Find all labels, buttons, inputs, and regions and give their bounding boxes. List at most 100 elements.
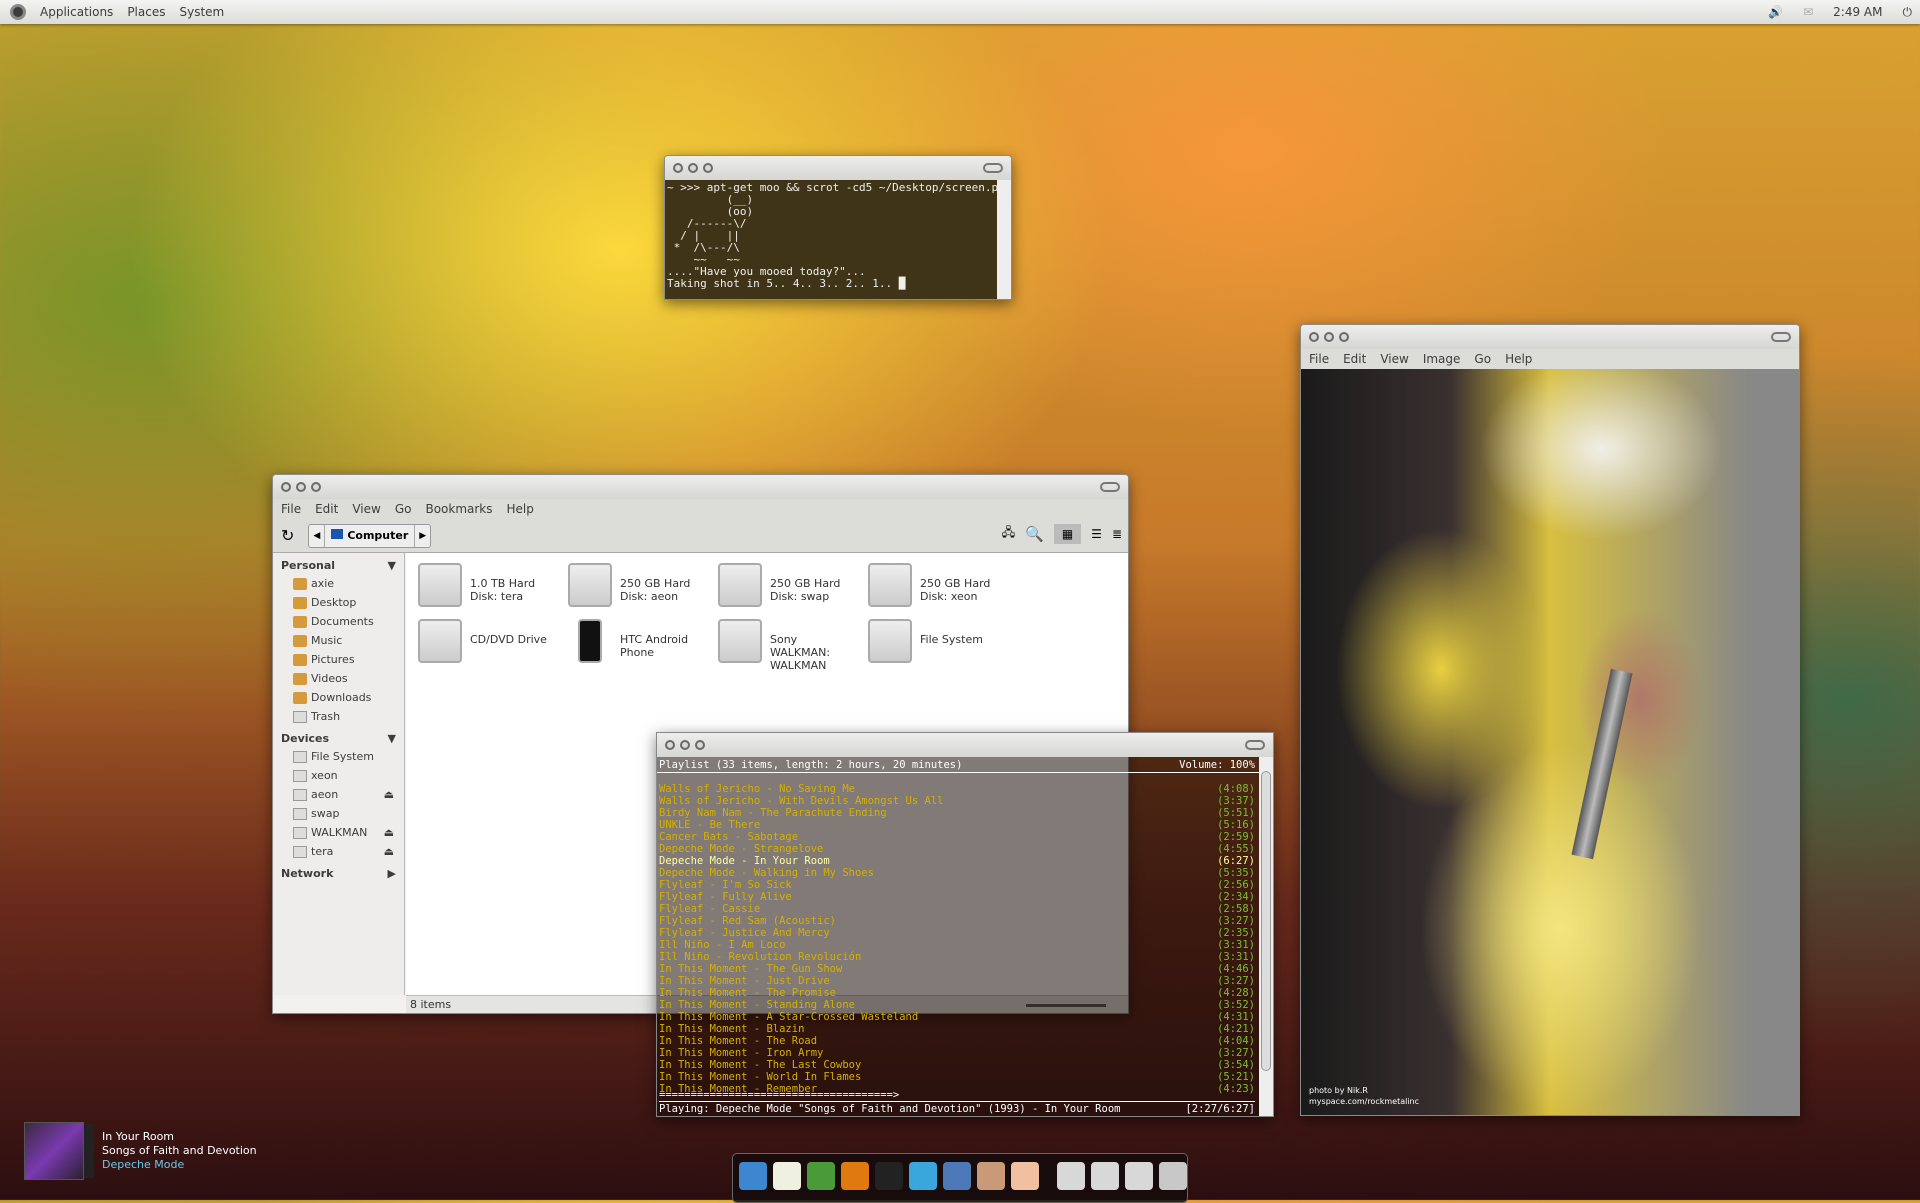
menu-view[interactable]: View [1380,352,1408,366]
sidebar-item-trash[interactable]: Trash [273,707,404,726]
menu-edit[interactable]: Edit [1343,352,1366,366]
ubuntu-logo-icon[interactable] [10,4,26,20]
playlist-row[interactable]: In This Moment - Just Drive (3:27) [659,975,1273,987]
playlist-row[interactable]: Flyleaf - I'm So Sick (2:56) [659,879,1273,891]
forward-arrow-icon[interactable]: ▶ [415,531,430,541]
sidebar-item-axie[interactable]: axie [273,574,404,593]
eye-icon[interactable] [1011,1162,1039,1190]
clock[interactable]: 2:49 AM [1833,5,1882,19]
menu-file[interactable]: File [1309,352,1329,366]
menu-view[interactable]: View [352,502,380,516]
icon-view-button[interactable]: ▦ [1053,523,1082,544]
power-icon[interactable]: ⏻ [1903,5,1913,20]
menu-file[interactable]: File [281,502,301,516]
terminal-output[interactable]: ~ >>> apt-get moo && scrot -cd5 ~/Deskto… [665,180,1011,299]
maximize-button[interactable] [703,163,713,173]
menu-help[interactable]: Help [507,502,534,516]
file-item[interactable]: File System [868,619,1018,675]
maximize-button[interactable] [1339,332,1349,342]
menu-image[interactable]: Image [1423,352,1461,366]
sidebar-item-desktop[interactable]: Desktop [273,593,404,612]
tools-icon[interactable] [943,1162,971,1190]
drive-icon[interactable] [1125,1162,1153,1190]
menu-go[interactable]: Go [395,502,412,516]
playlist-row[interactable]: Flyleaf - Fully Alive (2:34) [659,891,1273,903]
twitter-icon[interactable] [909,1162,937,1190]
playlist-row[interactable]: Flyleaf - Red Sam (Acoustic) (3:27) [659,915,1273,927]
file-item[interactable]: CD/DVD Drive [418,619,568,675]
sidebar-device-aeon[interactable]: aeon ⏏ [273,785,404,804]
close-button[interactable] [1309,332,1319,342]
menu-system[interactable]: System [179,5,224,19]
close-button[interactable] [665,740,675,750]
playlist-row[interactable]: In This Moment - Standing Alone (3:52) [659,999,1273,1011]
close-button[interactable] [673,163,683,173]
back-arrow-icon[interactable]: ◀ [309,531,324,541]
drive-icon[interactable] [1057,1162,1085,1190]
shade-button[interactable] [1771,332,1791,342]
compact-view-button[interactable]: ≣ [1112,527,1122,541]
playlist-row[interactable]: In This Moment - The Gun Show (4:46) [659,963,1273,975]
expand-arrow-icon[interactable]: ▶ [388,867,396,880]
playlist-row[interactable]: Walls of Jericho - No Saving Me (4:08) [659,783,1273,795]
shade-button[interactable] [1100,482,1120,492]
titlebar[interactable] [1301,325,1799,349]
eject-icon[interactable]: ⏏ [384,826,394,839]
terminal-icon[interactable] [875,1162,903,1190]
playlist-row[interactable]: In This Moment - World In Flames (5:21) [659,1071,1273,1083]
eye-of-gnome-icon[interactable] [841,1162,869,1190]
shade-button[interactable] [1245,740,1265,750]
sidebar-device-walkman[interactable]: WALKMAN ⏏ [273,823,404,842]
playlist-row[interactable]: In This Moment - Blazin (4:21) [659,1023,1273,1035]
playlist-row[interactable]: Birdy Nam Nam - The Parachute Ending (5:5… [659,807,1273,819]
sidebar-item-downloads[interactable]: Downloads [273,688,404,707]
sidebar-section-header[interactable]: Personal ▼ [273,553,404,574]
progress-bar[interactable]: =====================================> [659,1089,1255,1102]
playlist-row[interactable]: Depeche Mode - Strangelove (4:55) [659,843,1273,855]
playlist-row[interactable]: Walls of Jericho - With Devils Amongst U… [659,795,1273,807]
keyring-icon[interactable] [807,1162,835,1190]
playlist-row[interactable]: Ill Niño - I Am Loco (3:31) [659,939,1273,951]
playlist-row[interactable]: Depeche Mode - In Your Room (6:27) [659,855,1273,867]
playlist-row[interactable]: Depeche Mode - Walking in My Shoes (5:35) [659,867,1273,879]
playlist-row[interactable]: In This Moment - A Star-Crossed Wastelan… [659,1011,1273,1023]
titlebar[interactable] [273,475,1128,499]
collapse-arrow-icon[interactable]: ▼ [388,732,396,745]
location-computer-button[interactable]: Computer [324,524,416,547]
sidebar-item-pictures[interactable]: Pictures [273,650,404,669]
text-editor-icon[interactable] [773,1162,801,1190]
list-view-button[interactable]: ☰ [1091,527,1102,541]
playlist-row[interactable]: In This Moment - The Promise (4:28) [659,987,1273,999]
connect-server-icon[interactable]: 🖧 [1002,523,1015,544]
file-item[interactable]: 250 GB Hard Disk: aeon [568,563,718,619]
menu-applications[interactable]: Applications [40,5,113,19]
file-item[interactable]: 250 GB Hard Disk: swap [718,563,868,619]
nautilus-shell-icon[interactable] [977,1162,1005,1190]
menu-bookmarks[interactable]: Bookmarks [425,502,492,516]
titlebar[interactable] [657,733,1273,757]
eject-icon[interactable]: ⏏ [384,788,394,801]
sidebar-item-music[interactable]: Music [273,631,404,650]
playlist-row[interactable]: In This Moment - Iron Army (3:27) [659,1047,1273,1059]
reload-icon[interactable]: ↻ [281,526,294,545]
minimize-button[interactable] [680,740,690,750]
search-icon[interactable]: 🔍 [1025,525,1044,543]
playlist-row[interactable]: Flyleaf - Cassie (2:58) [659,903,1273,915]
playlist-row[interactable]: In This Moment - The Last Cowboy (3:54) [659,1059,1273,1071]
menu-edit[interactable]: Edit [315,502,338,516]
minimize-button[interactable] [1324,332,1334,342]
anchor-icon[interactable] [739,1162,767,1190]
trash-icon[interactable] [1159,1162,1187,1190]
playlist-row[interactable]: UNKLE - Be There (5:16) [659,819,1273,831]
sidebar-section-header[interactable]: Devices ▼ [273,726,404,747]
minimize-button[interactable] [296,482,306,492]
maximize-button[interactable] [695,740,705,750]
file-item[interactable]: 1.0 TB Hard Disk: tera [418,563,568,619]
usb-icon[interactable] [1091,1162,1119,1190]
close-button[interactable] [281,482,291,492]
maximize-button[interactable] [311,482,321,492]
playlist-row[interactable]: Cancer Bats - Sabotage (2:59) [659,831,1273,843]
titlebar[interactable] [665,156,1011,180]
scrollbar[interactable] [1259,757,1273,1116]
menu-go[interactable]: Go [1474,352,1491,366]
